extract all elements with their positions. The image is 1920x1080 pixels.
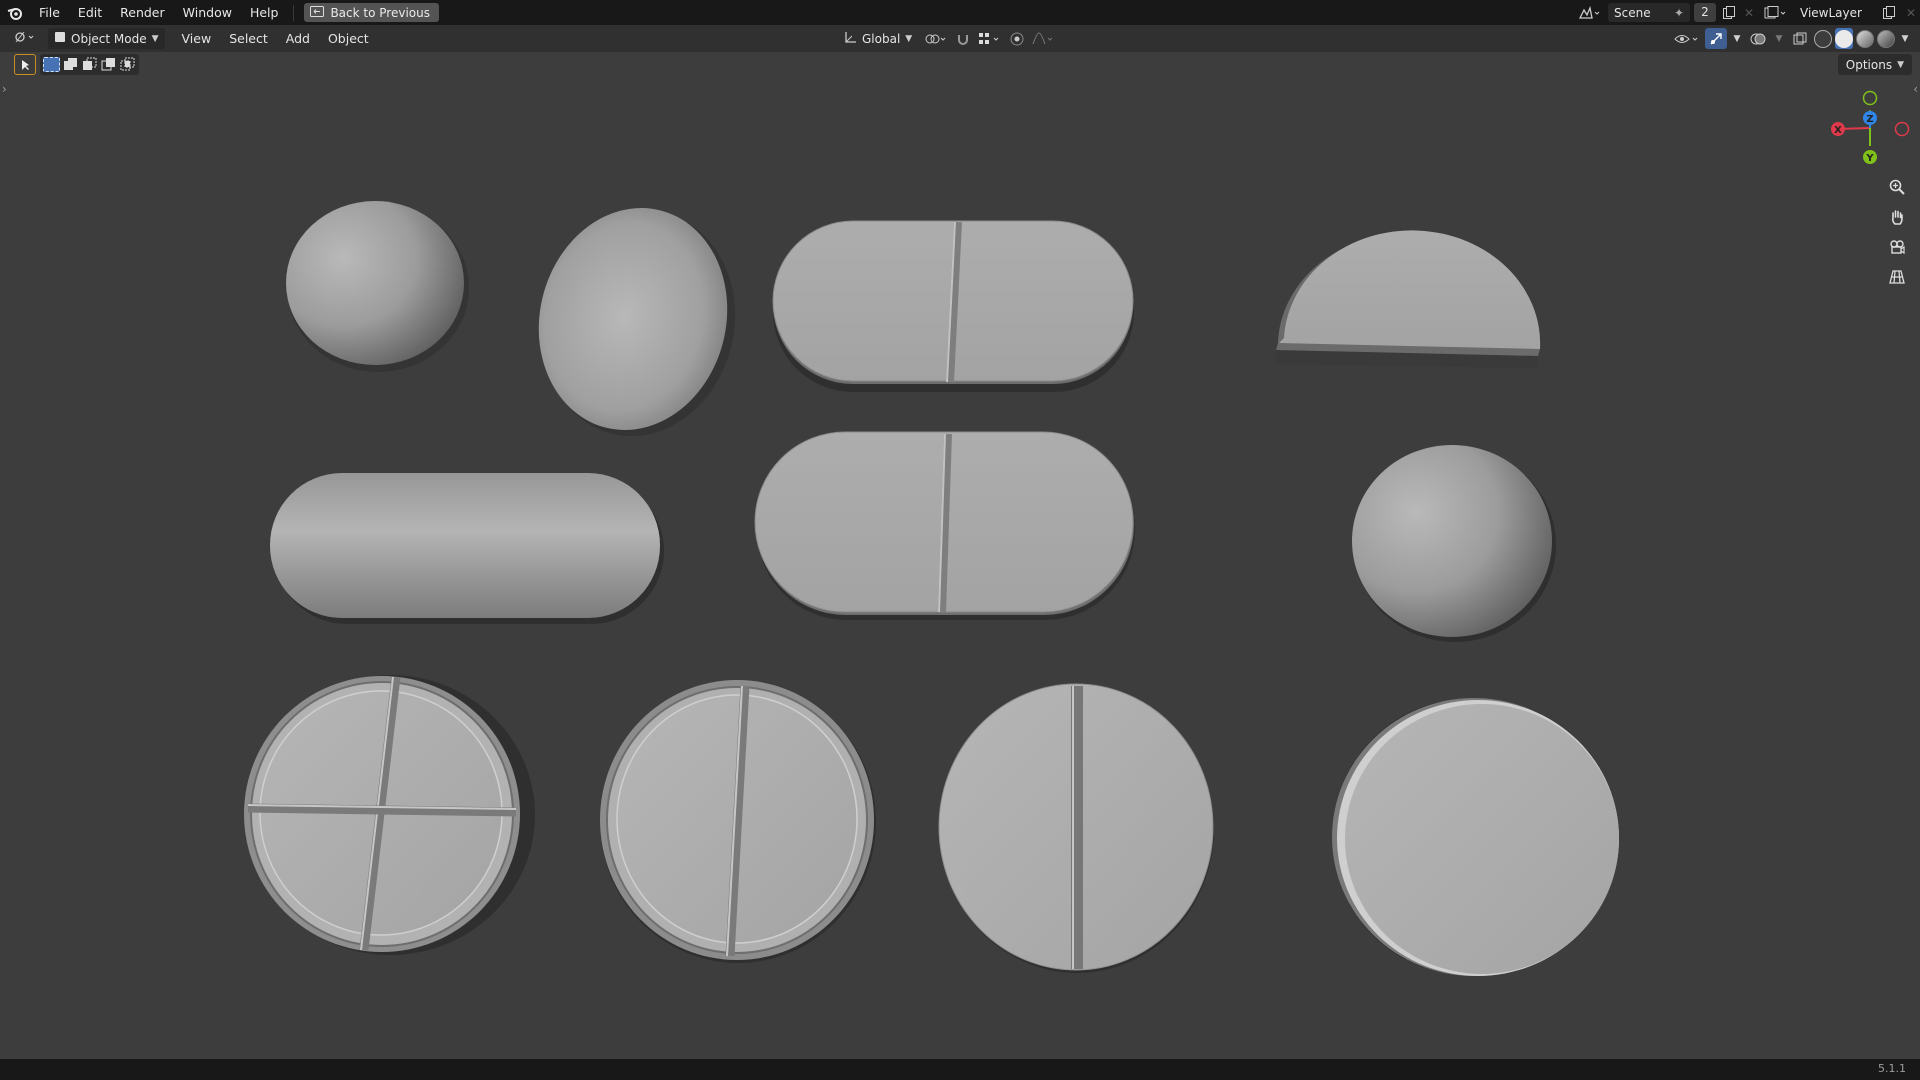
mode-dropdown[interactable]: Object Mode ▼: [48, 28, 165, 49]
capsule: [270, 473, 664, 624]
single-scored-round-tablet-flat: [938, 683, 1214, 973]
viewport-display-controls: ▼ ▼ ▼: [1672, 28, 1912, 49]
new-scene-icon[interactable]: [1720, 3, 1738, 22]
mode-label: Object Mode: [71, 31, 147, 46]
proportional-editing-icon[interactable]: [1008, 28, 1026, 49]
scored-capsule-tablet-top: [772, 220, 1134, 392]
overlays-toggle-icon[interactable]: [1747, 28, 1769, 49]
divider: [293, 4, 295, 21]
back-to-previous-button[interactable]: Back to Previous: [304, 3, 439, 22]
status-bar: 5.1.1: [0, 1059, 1920, 1080]
single-scored-round-tablet-beveled: [600, 680, 876, 963]
cross-scored-round-tablet: [244, 675, 535, 955]
pill-scene: [244, 201, 1619, 976]
menu-file[interactable]: File: [30, 0, 69, 25]
header-menu-view[interactable]: View: [173, 28, 221, 49]
blender-logo-icon[interactable]: [0, 0, 30, 25]
pivot-point-icon[interactable]: [922, 28, 950, 49]
topbar-right: Scene ✦ 2 ✕ ViewLayer ✕: [1574, 0, 1920, 25]
round-ball: [286, 201, 469, 372]
scene-name-field[interactable]: Scene ✦: [1608, 3, 1690, 22]
material-preview-shading-icon[interactable]: [1856, 28, 1874, 49]
menu-window[interactable]: Window: [174, 0, 241, 25]
version-label: 5.1.1: [1878, 1062, 1906, 1075]
menu-edit[interactable]: Edit: [69, 0, 111, 25]
chevron-down-icon[interactable]: ▼: [1898, 28, 1912, 49]
viewport-header: Object Mode ▼ View Select Add Object Glo…: [0, 25, 1920, 52]
3d-viewport[interactable]: Options ▼ › ‹ X Z Y: [0, 52, 1920, 1059]
scored-capsule-tablet-middle: [754, 431, 1135, 620]
half-round-tablet: [1276, 230, 1541, 368]
orientation-dropdown[interactable]: Global ▼: [838, 28, 918, 49]
xray-toggle-icon[interactable]: [1789, 28, 1811, 49]
chevron-down-icon: ▼: [905, 33, 913, 44]
header-menu-object[interactable]: Object: [319, 28, 378, 49]
chevron-down-icon[interactable]: ▼: [1730, 28, 1744, 49]
falloff-icon[interactable]: [1030, 28, 1058, 49]
view-layer-selector-icon[interactable]: [1760, 3, 1790, 22]
pin-icon[interactable]: ✦: [1674, 6, 1684, 20]
gizmo-toggle-icon[interactable]: [1705, 28, 1727, 49]
editor-type-icon: [14, 30, 36, 47]
menu-help[interactable]: Help: [241, 0, 288, 25]
wireframe-shading-icon[interactable]: [1814, 28, 1832, 49]
orientation-icon: [844, 31, 857, 47]
editor-type-button[interactable]: [8, 28, 42, 49]
plain-round-tablet: [1332, 698, 1619, 976]
view-layer-field[interactable]: ViewLayer: [1794, 3, 1876, 22]
chevron-down-icon: ▼: [151, 33, 159, 44]
transform-controls: Global ▼: [838, 28, 1058, 49]
snap-target-icon[interactable]: [976, 28, 1004, 49]
object-mode-icon: [54, 31, 66, 46]
solid-shading-icon[interactable]: [1835, 28, 1853, 49]
scene-selector-icon[interactable]: [1574, 3, 1604, 22]
snap-toggle-icon[interactable]: [954, 28, 972, 49]
header-menu-select[interactable]: Select: [220, 28, 277, 49]
back-to-previous-label: Back to Previous: [330, 5, 430, 20]
scene-name: Scene: [1614, 5, 1651, 20]
oval-ball: [538, 208, 736, 437]
dome-tablet: [1352, 445, 1556, 642]
scene-users-count[interactable]: 2: [1694, 3, 1716, 22]
view-layer-name: ViewLayer: [1800, 5, 1862, 20]
screen-back-icon: [310, 5, 325, 20]
visibility-selector-icon[interactable]: [1672, 28, 1702, 49]
remove-scene-icon[interactable]: ✕: [1742, 3, 1756, 22]
rendered-shading-icon[interactable]: [1877, 28, 1895, 49]
top-menu-bar: File Edit Render Window Help Back to Pre…: [0, 0, 1920, 25]
chevron-down-icon[interactable]: ▼: [1772, 28, 1786, 49]
orientation-label: Global: [862, 31, 901, 46]
menu-render[interactable]: Render: [111, 0, 174, 25]
remove-view-layer-icon[interactable]: ✕: [1902, 3, 1920, 22]
header-menu-add[interactable]: Add: [277, 28, 319, 49]
new-view-layer-icon[interactable]: [1880, 3, 1898, 22]
